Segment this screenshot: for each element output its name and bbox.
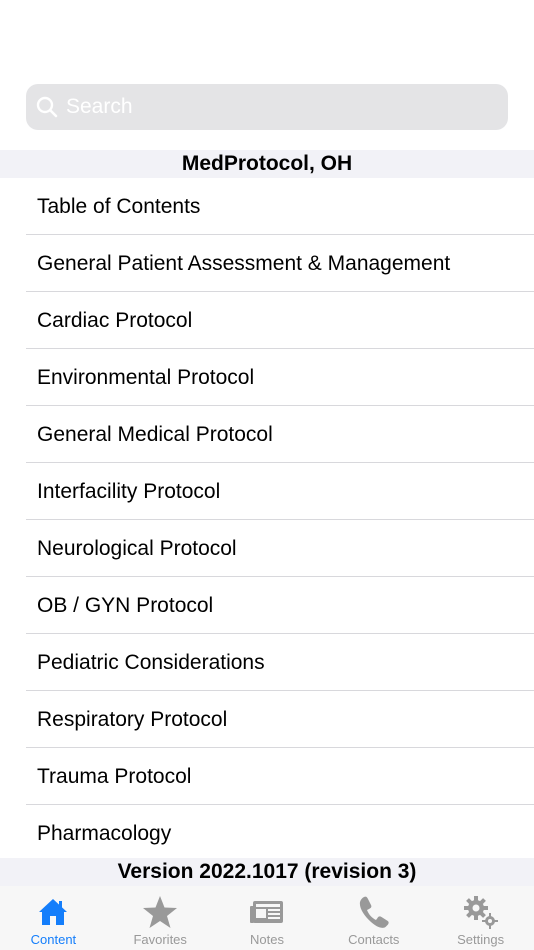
tab-favorites[interactable]: Favorites — [107, 886, 214, 950]
tab-bar: Content Favorites Notes Contacts Setting… — [0, 886, 534, 950]
tab-contacts[interactable]: Contacts — [320, 886, 427, 950]
phone-icon — [357, 894, 391, 930]
house-icon — [37, 894, 69, 930]
tab-settings-label: Settings — [457, 932, 505, 947]
list-item-trauma-protocol[interactable]: Trauma Protocol — [0, 748, 534, 805]
tab-notes[interactable]: Notes — [214, 886, 321, 950]
tab-contacts-label: Contacts — [348, 932, 400, 947]
list-item-neurological-protocol[interactable]: Neurological Protocol — [0, 520, 534, 577]
list-item-respiratory-protocol[interactable]: Respiratory Protocol — [0, 691, 534, 748]
search-bar[interactable] — [26, 84, 508, 130]
tab-notes-label: Notes — [250, 932, 284, 947]
list-item-environmental-protocol[interactable]: Environmental Protocol — [0, 349, 534, 406]
list-item-cardiac-protocol[interactable]: Cardiac Protocol — [0, 292, 534, 349]
star-icon — [142, 894, 178, 930]
tab-settings[interactable]: Settings — [427, 886, 534, 950]
tab-favorites-label: Favorites — [133, 932, 187, 947]
search-icon — [36, 96, 58, 118]
list-item-general-medical-protocol[interactable]: General Medical Protocol — [0, 406, 534, 463]
version-footer: Version 2022.1017 (revision 3) — [0, 858, 534, 886]
list-item-pediatric-considerations[interactable]: Pediatric Considerations — [0, 634, 534, 691]
tab-content-label: Content — [30, 932, 77, 947]
app-screen: MedProtocol, OH Table of Contents Genera… — [0, 0, 534, 950]
newspaper-icon — [249, 894, 285, 930]
search-input[interactable] — [66, 87, 466, 127]
gear-icon — [462, 894, 500, 930]
list-item-general-patient-assessment[interactable]: General Patient Assessment & Management — [0, 235, 534, 292]
list-item-ob-gyn-protocol[interactable]: OB / GYN Protocol — [0, 577, 534, 634]
list-item-table-of-contents[interactable]: Table of Contents — [0, 178, 534, 235]
protocol-list: Table of Contents General Patient Assess… — [0, 178, 534, 858]
list-item-pharmacology[interactable]: Pharmacology — [0, 805, 534, 858]
list-item-interfacility-protocol[interactable]: Interfacility Protocol — [0, 463, 534, 520]
tab-content[interactable]: Content — [0, 886, 107, 950]
section-title: MedProtocol, OH — [0, 150, 534, 178]
